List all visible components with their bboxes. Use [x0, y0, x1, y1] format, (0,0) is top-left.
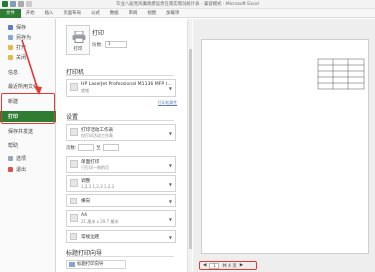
section-divider	[66, 75, 174, 76]
printer-dropdown[interactable]: HP LaserJet Professional M1136 MFP (... …	[66, 79, 176, 97]
title-print-guide-button[interactable]: 标题打印向导	[66, 260, 126, 269]
copies-stepper[interactable]: 1	[104, 41, 127, 48]
chevron-down-icon: ▼	[168, 162, 172, 168]
pages-row: 页数: 至	[66, 144, 119, 151]
guide-icon	[69, 262, 75, 267]
options-icon	[8, 156, 13, 161]
window-title: 毕业八届党风廉政建设责任落实情况统计表 - 兼容模式 - Microsoft E…	[116, 2, 259, 7]
guide-section: 标题打印向导	[66, 248, 174, 257]
printer-section: 打印机	[66, 67, 174, 76]
menu-item-label: 保存并发送	[8, 129, 34, 135]
pages-from-stepper[interactable]	[78, 144, 95, 151]
menu-item-label: 信息	[8, 70, 19, 76]
print-button-label: 打印	[73, 47, 83, 52]
next-page-icon[interactable]: ▶	[240, 263, 243, 268]
collate-desc: 1,2,3 1,2,3 1,2,3	[81, 184, 115, 189]
settings-section: 设置	[66, 112, 174, 121]
paper-size-dropdown[interactable]: A4 21 厘米 x 29.7 厘米 ▼	[66, 210, 176, 227]
menu-item-label: 保存	[16, 25, 27, 31]
paper-icon	[70, 214, 78, 222]
collate-dropdown[interactable]: 调整 1,2,3 1,2,3 1,2,3 ▼	[66, 175, 176, 192]
tab-review[interactable]: 审阅	[124, 9, 143, 18]
print-preview: ◀ 1 共 4 页 ▶	[193, 19, 375, 272]
page-total: 共 4 页	[222, 263, 237, 269]
tab-insert[interactable]: 插入	[40, 9, 59, 18]
preview-table	[317, 58, 365, 90]
paper-title: A4	[81, 213, 88, 218]
copies-label: 份数:	[92, 42, 103, 48]
menu-item-options[interactable]: 选项	[0, 153, 56, 164]
print-scope-dropdown[interactable]: 打印活动工作表 仅打印活动工作表 ▼	[66, 124, 176, 141]
tab-home[interactable]: 开始	[21, 9, 40, 18]
pages-to-stepper[interactable]	[102, 144, 119, 151]
sheet-icon	[70, 128, 78, 136]
menu-item-label: 帮助	[8, 143, 19, 149]
annotation-box	[1, 93, 55, 124]
save-as-icon	[8, 35, 13, 40]
scope-desc: 仅打印活动工作表	[81, 133, 113, 138]
tab-view[interactable]: 视图	[142, 9, 161, 18]
guide-button-label: 标题打印向导	[77, 262, 104, 267]
scrollbar-thumb[interactable]	[189, 49, 192, 249]
section-divider	[66, 256, 174, 257]
folder-icon	[8, 45, 13, 50]
margins-icon	[70, 233, 77, 240]
page-navigator: ◀ 1 共 4 页 ▶	[199, 261, 257, 270]
chevron-down-icon: ▼	[168, 181, 172, 187]
annotation-arrow	[21, 39, 42, 95]
pages-label: 页数:	[66, 145, 77, 151]
section-divider	[66, 120, 174, 121]
preview-page	[201, 39, 369, 254]
menu-item-label: 退出	[16, 167, 27, 173]
menu-item-label: 选项	[16, 156, 27, 162]
close-file-icon	[8, 55, 13, 60]
margins-label: 常规边距	[81, 235, 100, 240]
one-sided-icon	[70, 160, 78, 168]
pages-to-label: 至	[96, 145, 101, 151]
menu-item-help[interactable]: 帮助	[0, 140, 56, 151]
printer-name: HP LaserJet Professional M1136 MFP (...	[81, 82, 172, 87]
tab-addins[interactable]: 加载项	[161, 9, 184, 18]
printer-status: 就绪	[81, 88, 89, 93]
chevron-down-icon: ▼	[168, 130, 172, 136]
tab-page-layout[interactable]: 页面布局	[58, 9, 86, 18]
printer-properties-link[interactable]: 打印机属性	[69, 100, 177, 106]
collate-icon	[70, 179, 78, 187]
menu-item-save-send[interactable]: 保存并发送	[0, 126, 56, 137]
tab-data[interactable]: 数据	[105, 9, 124, 18]
settings-scrollbar[interactable]	[187, 19, 192, 272]
print-sides-dropdown[interactable]: 单面打印 只打印一侧的页 ▼	[66, 156, 176, 173]
printer-icon	[72, 31, 86, 43]
margins-dropdown[interactable]: 常规边距 ▼	[66, 230, 176, 243]
copies-row: 份数: 1	[92, 41, 127, 48]
chevron-down-icon: ▼	[168, 198, 172, 204]
exit-icon	[8, 167, 13, 172]
print-header: 打印	[92, 30, 105, 37]
print-settings-panel: 打印 打印 份数: 1 打印机 HP LaserJet Professional…	[57, 19, 189, 272]
chevron-down-icon: ▼	[168, 86, 172, 91]
menu-item-exit[interactable]: 退出	[0, 164, 56, 175]
sides-desc: 只打印一侧的页	[81, 165, 109, 170]
prev-page-icon[interactable]: ◀	[203, 263, 206, 268]
chevron-down-icon: ▼	[168, 216, 172, 222]
paper-desc: 21 厘米 x 29.7 厘米	[81, 219, 119, 224]
save-icon	[8, 25, 13, 30]
tab-formulas[interactable]: 公式	[86, 9, 105, 18]
printer-icon	[70, 83, 78, 91]
tab-file[interactable]: 文件	[0, 8, 21, 18]
print-button[interactable]: 打印	[66, 25, 90, 55]
orientation-label: 横向	[81, 199, 91, 204]
current-page-field[interactable]: 1	[209, 262, 220, 269]
chevron-down-icon: ▼	[168, 234, 172, 240]
landscape-icon	[70, 198, 77, 204]
ribbon-tabs: 文件 开始 插入 页面布局 公式 数据 审阅 视图 加载项	[0, 8, 375, 18]
orientation-dropdown[interactable]: 横向 ▼	[66, 194, 176, 207]
